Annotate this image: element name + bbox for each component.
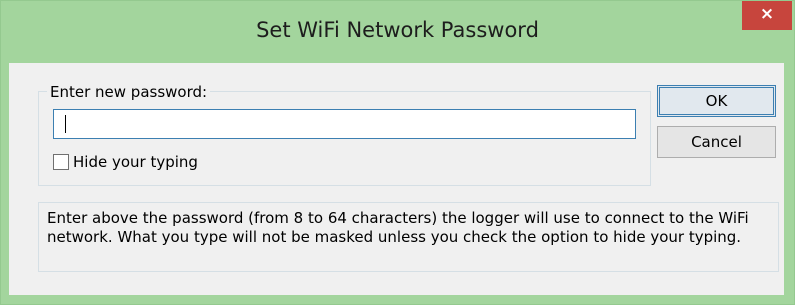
close-button[interactable]: ×: [742, 1, 792, 30]
text-caret: [65, 115, 66, 133]
info-text: Enter above the password (from 8 to 64 c…: [47, 209, 749, 246]
password-input[interactable]: [53, 109, 636, 139]
hide-typing-checkbox[interactable]: [53, 154, 69, 170]
window-title: Set WiFi Network Password: [256, 18, 539, 42]
password-group-box: Enter new password: Hide your typing: [38, 83, 651, 186]
ok-button[interactable]: OK: [657, 85, 776, 117]
title-bar[interactable]: Set WiFi Network Password ×: [1, 1, 794, 63]
password-group-label: Enter new password:: [47, 83, 211, 101]
info-panel: Enter above the password (from 8 to 64 c…: [38, 202, 779, 272]
hide-typing-label[interactable]: Hide your typing: [73, 153, 198, 171]
dialog-window: Set WiFi Network Password × Enter new pa…: [0, 0, 795, 305]
close-icon: ×: [759, 4, 775, 24]
cancel-button[interactable]: Cancel: [657, 126, 776, 158]
cancel-button-label: Cancel: [691, 133, 742, 151]
ok-button-focus-ring: [659, 87, 774, 115]
dialog-client-area: Enter new password: Hide your typing OK …: [9, 63, 784, 295]
